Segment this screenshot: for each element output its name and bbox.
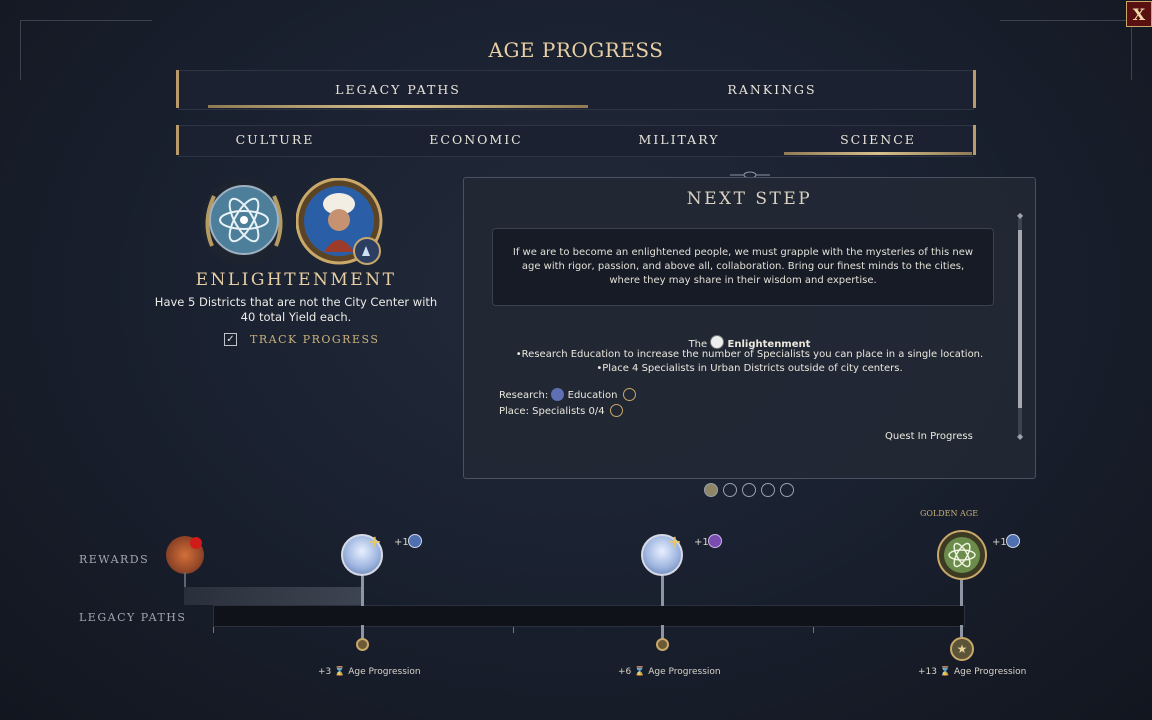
milestone-name: ENLIGHTENMENT	[195, 270, 397, 290]
reward-3-stem	[960, 580, 963, 606]
hourglass-icon: ⌛	[634, 667, 646, 677]
requirement-place-value: Specialists 0/4	[532, 406, 605, 417]
pager-dot-5[interactable]	[780, 483, 794, 497]
milestone-description: Have 5 Districts that are not the City C…	[154, 295, 438, 324]
milestone-1-marker	[356, 638, 369, 651]
next-step-title: NEXT STEP	[686, 189, 813, 209]
tab-rankings[interactable]: RANKINGS	[588, 82, 956, 97]
golden-age-reward-icon[interactable]	[937, 530, 987, 580]
star-milestone-icon: ★	[950, 637, 974, 661]
tab-economic[interactable]: ECONOMIC	[380, 132, 572, 147]
reward-1-bonus: +1	[394, 537, 409, 548]
progress-track	[213, 605, 965, 627]
tab-legacy-paths-underline	[208, 105, 588, 108]
reward-3-bonus: +1	[992, 537, 1007, 548]
tab-legacy-paths[interactable]: LEGACY PATHS	[208, 82, 588, 97]
track-tick-1	[213, 627, 214, 633]
pager-dot-4[interactable]	[761, 483, 775, 497]
track-progress-checkbox[interactable]: ✓	[224, 333, 237, 346]
start-connector	[184, 587, 362, 605]
milestone-2-marker	[656, 638, 669, 651]
scroll-up-icon[interactable]: ◆	[1017, 211, 1023, 220]
frame-corner-top-left	[20, 20, 152, 21]
page-title: AGE PROGRESS	[488, 38, 664, 62]
quest-bullet-2: •Place 4 Specialists in Urban Districts …	[596, 363, 903, 374]
hourglass-icon: ⌛	[334, 667, 346, 677]
tab-culture[interactable]: CULTURE	[180, 132, 370, 147]
quest-bullet-1: •Research Education to increase the numb…	[515, 349, 984, 360]
track-tick-3	[813, 627, 814, 633]
panel-scroll-thumb[interactable]	[1018, 230, 1022, 408]
reward-2-bonus: +1	[694, 537, 709, 548]
pager-dot-3[interactable]	[742, 483, 756, 497]
pager-dot-1[interactable]	[704, 483, 718, 497]
atom-laurel-icon	[200, 178, 288, 266]
milestone-1-stem	[361, 625, 364, 639]
path-bar-cap-right	[973, 125, 976, 155]
happiness-yield-icon	[708, 534, 722, 548]
requirement-place-status-icon	[609, 404, 623, 417]
close-button[interactable]: X	[1126, 1, 1152, 27]
milestone-3-stem	[960, 625, 963, 637]
next-step-panel: NEXT STEP If we are to become an enlight…	[463, 177, 1036, 479]
requirement-research-status-icon	[622, 388, 636, 401]
requirement-research-value: Education	[567, 390, 618, 401]
reward-1-stem	[361, 576, 364, 606]
hourglass-icon: ⌛	[939, 667, 952, 677]
tab-military[interactable]: MILITARY	[582, 132, 776, 147]
science-yield-icon	[408, 534, 422, 548]
leader-portrait-icon	[296, 178, 383, 265]
tab-science[interactable]: SCIENCE	[784, 132, 972, 147]
legacy-paths-label: LEGACY PATHS	[79, 611, 187, 624]
path-bar-cap-left	[176, 125, 179, 155]
quest-status: Quest In Progress	[885, 431, 973, 442]
reward-2-plus-icon: +	[668, 532, 682, 551]
requirement-place-label: Place:	[499, 406, 529, 417]
reward-2-stem	[661, 576, 664, 606]
pager-dot-2[interactable]	[723, 483, 737, 497]
quest-heading: The Enlightenment	[464, 335, 1035, 350]
milestone-2-label: +6 ⌛ Age Progression	[618, 667, 721, 677]
education-icon	[551, 388, 565, 401]
tab-bar-cap-left	[176, 70, 179, 108]
track-tick-2	[513, 627, 514, 633]
track-progress-label[interactable]: TRACK PROGRESS	[250, 333, 379, 346]
science-yield-icon	[1006, 534, 1020, 548]
requirement-research-label: Research:	[499, 390, 549, 401]
rewards-label: REWARDS	[79, 553, 150, 566]
enlightenment-icon	[710, 335, 725, 349]
milestone-3-label: +13 ⌛ Age Progression	[918, 667, 1027, 677]
flavor-box: If we are to become an enlightened peopl…	[492, 228, 994, 306]
flavor-text: If we are to become an enlightened peopl…	[512, 247, 974, 286]
start-connector-vert	[184, 572, 186, 588]
milestone-1-label: +3 ⌛ Age Progression	[318, 667, 421, 677]
reward-1-plus-icon: +	[368, 532, 382, 551]
tab-bar-cap-right	[973, 70, 976, 108]
requirement-research: Research: Education	[499, 388, 636, 401]
notification-badge	[190, 537, 202, 549]
golden-age-label: GOLDEN AGE	[920, 509, 979, 518]
tab-science-underline	[784, 152, 972, 155]
milestone-2-stem	[661, 625, 664, 639]
scroll-down-icon[interactable]: ◆	[1017, 432, 1023, 441]
requirement-place: Place: Specialists 0/4	[499, 404, 623, 417]
frame-corner-top-right	[1000, 20, 1132, 21]
